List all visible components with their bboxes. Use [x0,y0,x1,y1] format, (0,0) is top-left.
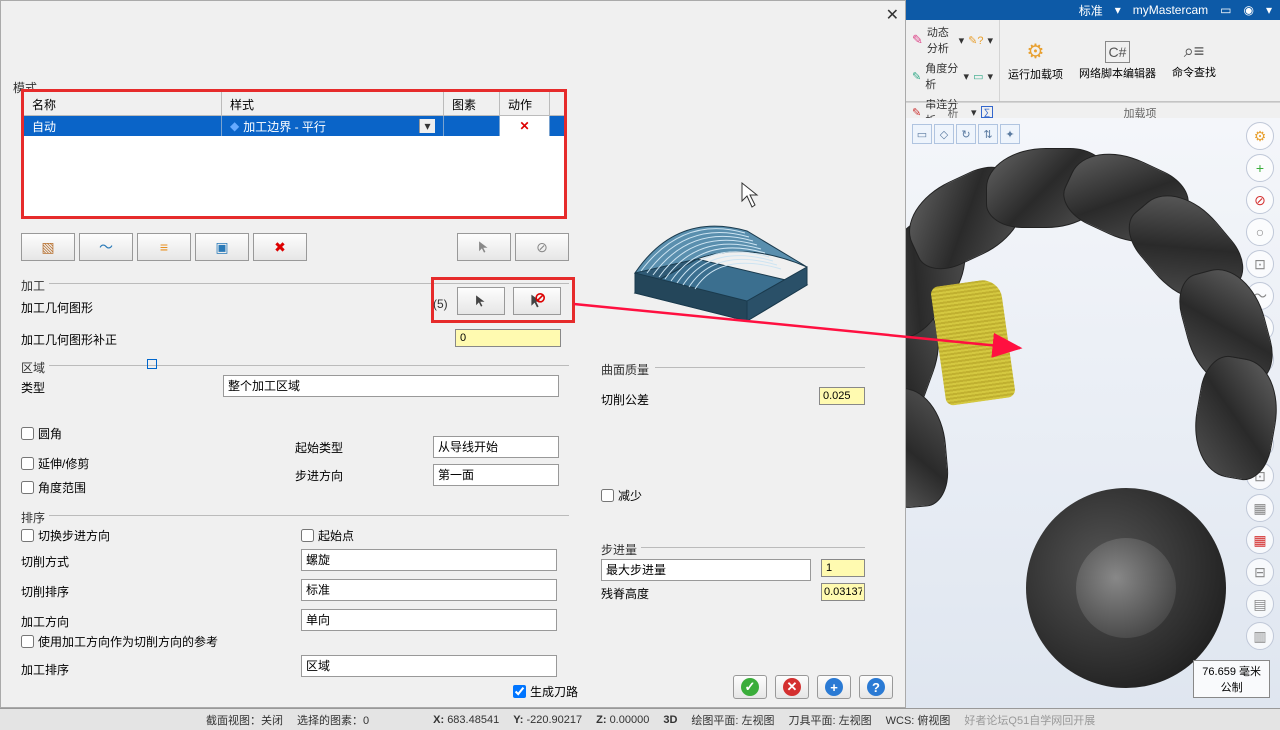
start-type-label: 起始类型 [295,439,343,456]
close-icon[interactable]: ✕ [886,5,899,25]
machining-sort-label: 加工排序 [21,661,69,678]
row-icon [444,116,500,136]
angle-range-checkbox[interactable]: 角度范围 [21,479,86,496]
machining-dialog: ✕ 模式 名称 样式 图素 动作 自动 ◆ 加工边界 - 平行 ▾ ✕ ▧ 〜 … [0,0,906,708]
tool-delete-icon[interactable]: ✖ [253,233,307,261]
ok-button[interactable]: ✓ [733,675,767,699]
pattern-table: 名称 样式 图素 动作 自动 ◆ 加工边界 - 平行 ▾ ✕ [21,89,567,219]
scallop-height-label: 残脊高度 [601,585,649,602]
start-point-checkbox[interactable]: 起始点 [301,527,354,544]
sb-drawing-plane[interactable]: 绘图平面: 左视图 [691,712,774,728]
sb-tool-plane[interactable]: 刀具平面: 左视图 [789,712,872,728]
tool-lines-icon[interactable]: ≡ [137,233,191,261]
sort-section-label: 排序 [21,509,45,526]
ribbon: 标准 ▾ myMastercam ▭ ◉ ▾ ✎动态分析▾✎?▾ ✎角度分析▾▭… [906,0,1280,118]
workspace-label[interactable]: 标准 [1079,2,1103,19]
sb-watermark: 好者论坛Q51自学网回开展 [964,712,1095,728]
cut-method-select[interactable]: 螺旋 [301,549,557,571]
reduce-checkbox[interactable]: 减少 [601,487,642,504]
tool-cube-icon[interactable]: ▣ [195,233,249,261]
step-amount-select[interactable]: 最大步进量 [601,559,811,581]
geometry-clear-button[interactable] [513,287,561,315]
help-button[interactable]: ? [859,675,893,699]
toggle-step-dir-checkbox[interactable]: 切换步进方向 [21,527,110,544]
preview-graphic [597,171,837,331]
tool-clear-icon[interactable]: ⊘ [515,233,569,261]
tool-curve-icon[interactable]: 〜 [79,233,133,261]
geometry-comp-label: 加工几何图形补正 [21,331,117,348]
area-link-icon[interactable] [147,359,157,369]
surface-quality-label: 曲面质量 [601,361,649,378]
tool-box-icon[interactable]: ▧ [21,233,75,261]
ribbon-dynamic-analysis[interactable]: ✎动态分析▾✎?▾ [912,22,993,58]
title-bar: 标准 ▾ myMastercam ▭ ◉ ▾ [906,0,1280,20]
col-name: 名称 [24,92,222,115]
step-amount-label: 步进量 [601,541,637,558]
ribbon-run-addon[interactable]: ⚙ 运行加载项 [1000,20,1071,101]
row-delete-icon[interactable]: ✕ [500,116,550,136]
geometry-select-button[interactable] [457,287,505,315]
ribbon-cmd-find[interactable]: ⌕≡ 命令查找 [1164,20,1224,101]
machining-direction-select[interactable]: 单向 [301,609,557,631]
apply-button[interactable]: + [817,675,851,699]
cancel-button[interactable]: ✕ [775,675,809,699]
fillet-checkbox[interactable]: 圆角 [21,425,62,442]
step-amount-input[interactable] [821,559,865,577]
cut-tolerance-label: 切削公差 [601,391,649,408]
ribbon-angle-analysis[interactable]: ✎角度分析▾▭▾ [912,58,993,94]
cut-sort-select[interactable]: 标准 [301,579,557,601]
sb-section-view[interactable]: 截面视图：关闭 [206,712,283,728]
help-icon[interactable]: ◉ [1243,3,1253,17]
machining-sort-select[interactable]: 区域 [301,655,557,677]
row-name: 自动 [24,116,222,136]
col-style: 样式 [222,92,444,115]
step-direction-label: 步进方向 [295,467,343,484]
type-select[interactable]: 整个加工区域 [223,375,559,397]
sb-y-value: -220.90217 [526,714,582,726]
cut-sort-label: 切削排序 [21,583,69,600]
geometry-comp-input[interactable] [455,329,561,347]
preview-pane [597,171,877,691]
style-dropdown-icon[interactable]: ▾ [419,119,435,133]
area-section-label: 区域 [21,359,45,376]
tool-pick-icon[interactable] [457,233,511,261]
scallop-height-input[interactable] [821,583,865,601]
ribbon-script-editor[interactable]: C# 网络脚本编辑器 [1071,20,1164,101]
geometry-label: 加工几何图形 [21,299,93,316]
sb-x-value: 683.48541 [447,714,499,726]
generate-toolpath-checkbox[interactable]: 生成刀路 [513,683,578,700]
machining-section-label: 加工 [21,277,45,294]
use-machining-dir-ref-checkbox[interactable]: 使用加工方向作为切削方向的参考 [21,633,218,650]
cut-tolerance-input[interactable] [819,387,865,405]
col-icon: 图素 [444,92,500,115]
row-style[interactable]: ◆ 加工边界 - 平行 ▾ [222,116,444,136]
chat-icon[interactable]: ▭ [1220,3,1231,17]
model-turbine [906,138,1280,698]
start-type-select[interactable]: 从导线开始 [433,436,559,458]
type-label: 类型 [21,379,45,396]
col-action: 动作 [500,92,550,115]
cut-method-label: 切削方式 [21,553,69,570]
app-name: myMastercam [1133,3,1208,17]
sb-z-value: 0.00000 [610,714,650,726]
sb-selected-count: 选择的图素：0 [297,712,369,728]
viewport-scale: 76.659 毫米 公制 [1193,660,1270,698]
status-bar: 截面视图：关闭 选择的图素：0 X: 683.48541 Y: -220.902… [0,708,1280,730]
viewport-3d[interactable]: ▭ ◇ ↻ ⇅ ✦ ⚙ + ⊘ ○ ⊡ 〜 ◐ ◧ ⊞ ◫ ⊡ ▦ ▦ ⊟ ▤ … [906,118,1280,708]
geometry-count: (5) [433,297,448,311]
machining-direction-label: 加工方向 [21,613,69,630]
step-direction-select[interactable]: 第一面 [433,464,559,486]
sb-wcs[interactable]: WCS: 俯视图 [886,712,951,728]
extend-trim-checkbox[interactable]: 延伸/修剪 [21,455,89,472]
sb-3d-mode[interactable]: 3D [663,714,677,726]
pattern-row-selected[interactable]: 自动 ◆ 加工边界 - 平行 ▾ ✕ [24,116,564,136]
selected-surface-highlight [930,278,1016,407]
